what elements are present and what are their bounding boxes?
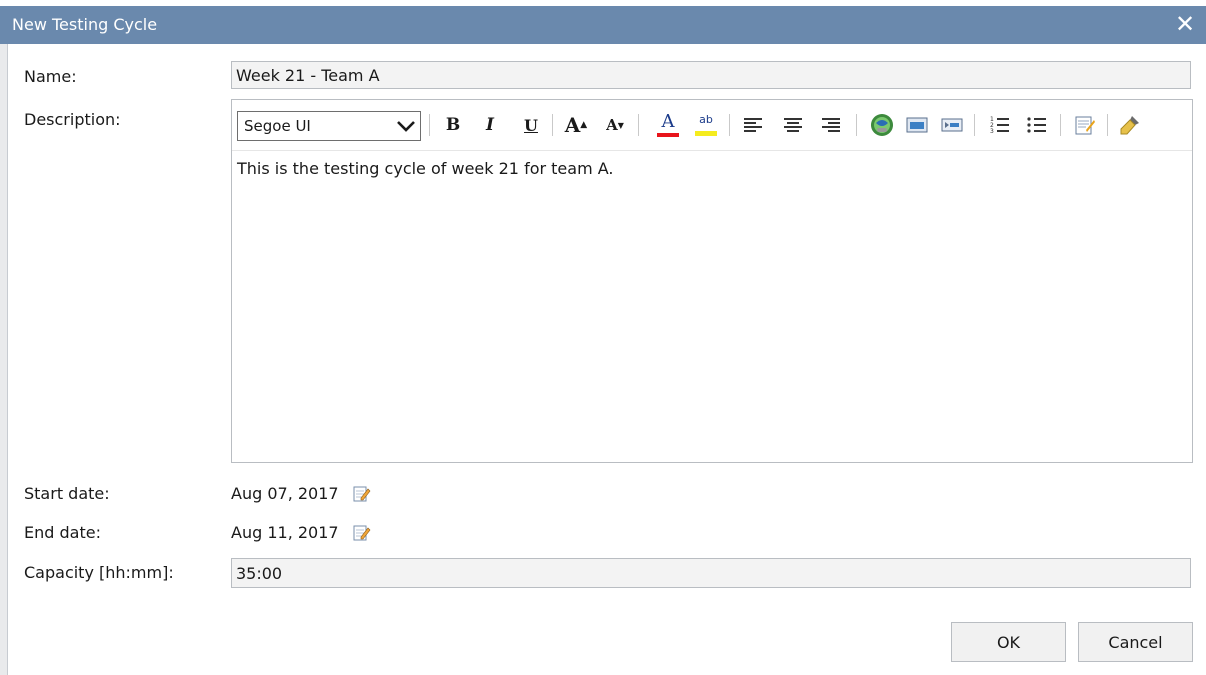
toolbar-separator [1107, 114, 1108, 136]
numbered-list-icon[interactable]: 123 [987, 112, 1013, 138]
capacity-input[interactable] [231, 558, 1191, 588]
dialog-title: New Testing Cycle [12, 15, 158, 34]
align-right-icon[interactable] [818, 112, 844, 138]
close-icon[interactable]: ✕ [1170, 8, 1200, 40]
font-color-glyph: A [661, 110, 675, 132]
toolbar-separator [552, 114, 553, 136]
grow-font-glyph: A [564, 113, 581, 137]
toolbar-separator [856, 114, 857, 136]
edit-end-date-icon[interactable] [353, 524, 371, 542]
bulleted-list-icon[interactable] [1024, 112, 1050, 138]
toolbar-separator [429, 114, 430, 136]
name-label: Name: [24, 67, 77, 86]
font-select-value: Segoe UI [244, 117, 311, 135]
font-color-icon[interactable]: A [655, 112, 681, 138]
font-dropdown-chevron-icon [397, 121, 415, 132]
description-editor[interactable]: Segoe UI B I U A ▲ A ▼ A ab 1 2 3 This i… [231, 99, 1193, 463]
font-select[interactable]: Segoe UI [237, 111, 421, 141]
dialog-left-edge [0, 44, 8, 675]
insert-link-icon[interactable] [869, 112, 895, 138]
align-left-icon[interactable] [740, 112, 766, 138]
shrink-font-glyph: A [606, 116, 618, 134]
toolbar-separator [638, 114, 639, 136]
highlight-swatch [695, 131, 717, 136]
ok-button[interactable]: OK [951, 622, 1066, 662]
clear-formatting-icon[interactable] [1117, 112, 1143, 138]
dialog-titlebar: New Testing Cycle ✕ [0, 6, 1206, 44]
editor-toolbar: Segoe UI B I U A ▲ A ▼ A ab 1 2 3 [232, 100, 1192, 151]
highlight-glyph: ab [699, 113, 713, 126]
toolbar-separator [1060, 114, 1061, 136]
edit-start-date-icon[interactable] [353, 485, 371, 503]
new-testing-cycle-dialog: New Testing Cycle ✕ Name: Description: S… [0, 0, 1206, 675]
start-date-label: Start date: [24, 484, 110, 503]
insert-media-icon[interactable] [939, 112, 965, 138]
description-label: Description: [24, 110, 121, 129]
capacity-label: Capacity [hh:mm]: [24, 563, 174, 582]
font-color-swatch [657, 132, 679, 137]
end-date-value: Aug 11, 2017 [231, 523, 339, 542]
shrink-font-icon[interactable]: A ▼ [602, 112, 628, 138]
end-date-label: End date: [24, 523, 101, 542]
name-input[interactable] [231, 61, 1191, 89]
toolbar-separator [729, 114, 730, 136]
highlight-icon[interactable]: ab [693, 112, 719, 138]
bold-icon[interactable]: B [440, 112, 466, 138]
description-content[interactable]: This is the testing cycle of week 21 for… [232, 151, 1192, 186]
grow-font-icon[interactable]: A ▲ [563, 112, 589, 138]
format-icon[interactable] [1072, 112, 1098, 138]
align-center-icon[interactable] [780, 112, 806, 138]
italic-icon[interactable]: I [477, 112, 503, 138]
underline-icon[interactable]: U [518, 112, 544, 138]
start-date-value: Aug 07, 2017 [231, 484, 339, 503]
svg-text:3: 3 [990, 128, 994, 135]
toolbar-separator [974, 114, 975, 136]
insert-image-icon[interactable] [904, 112, 930, 138]
cancel-button[interactable]: Cancel [1078, 622, 1193, 662]
